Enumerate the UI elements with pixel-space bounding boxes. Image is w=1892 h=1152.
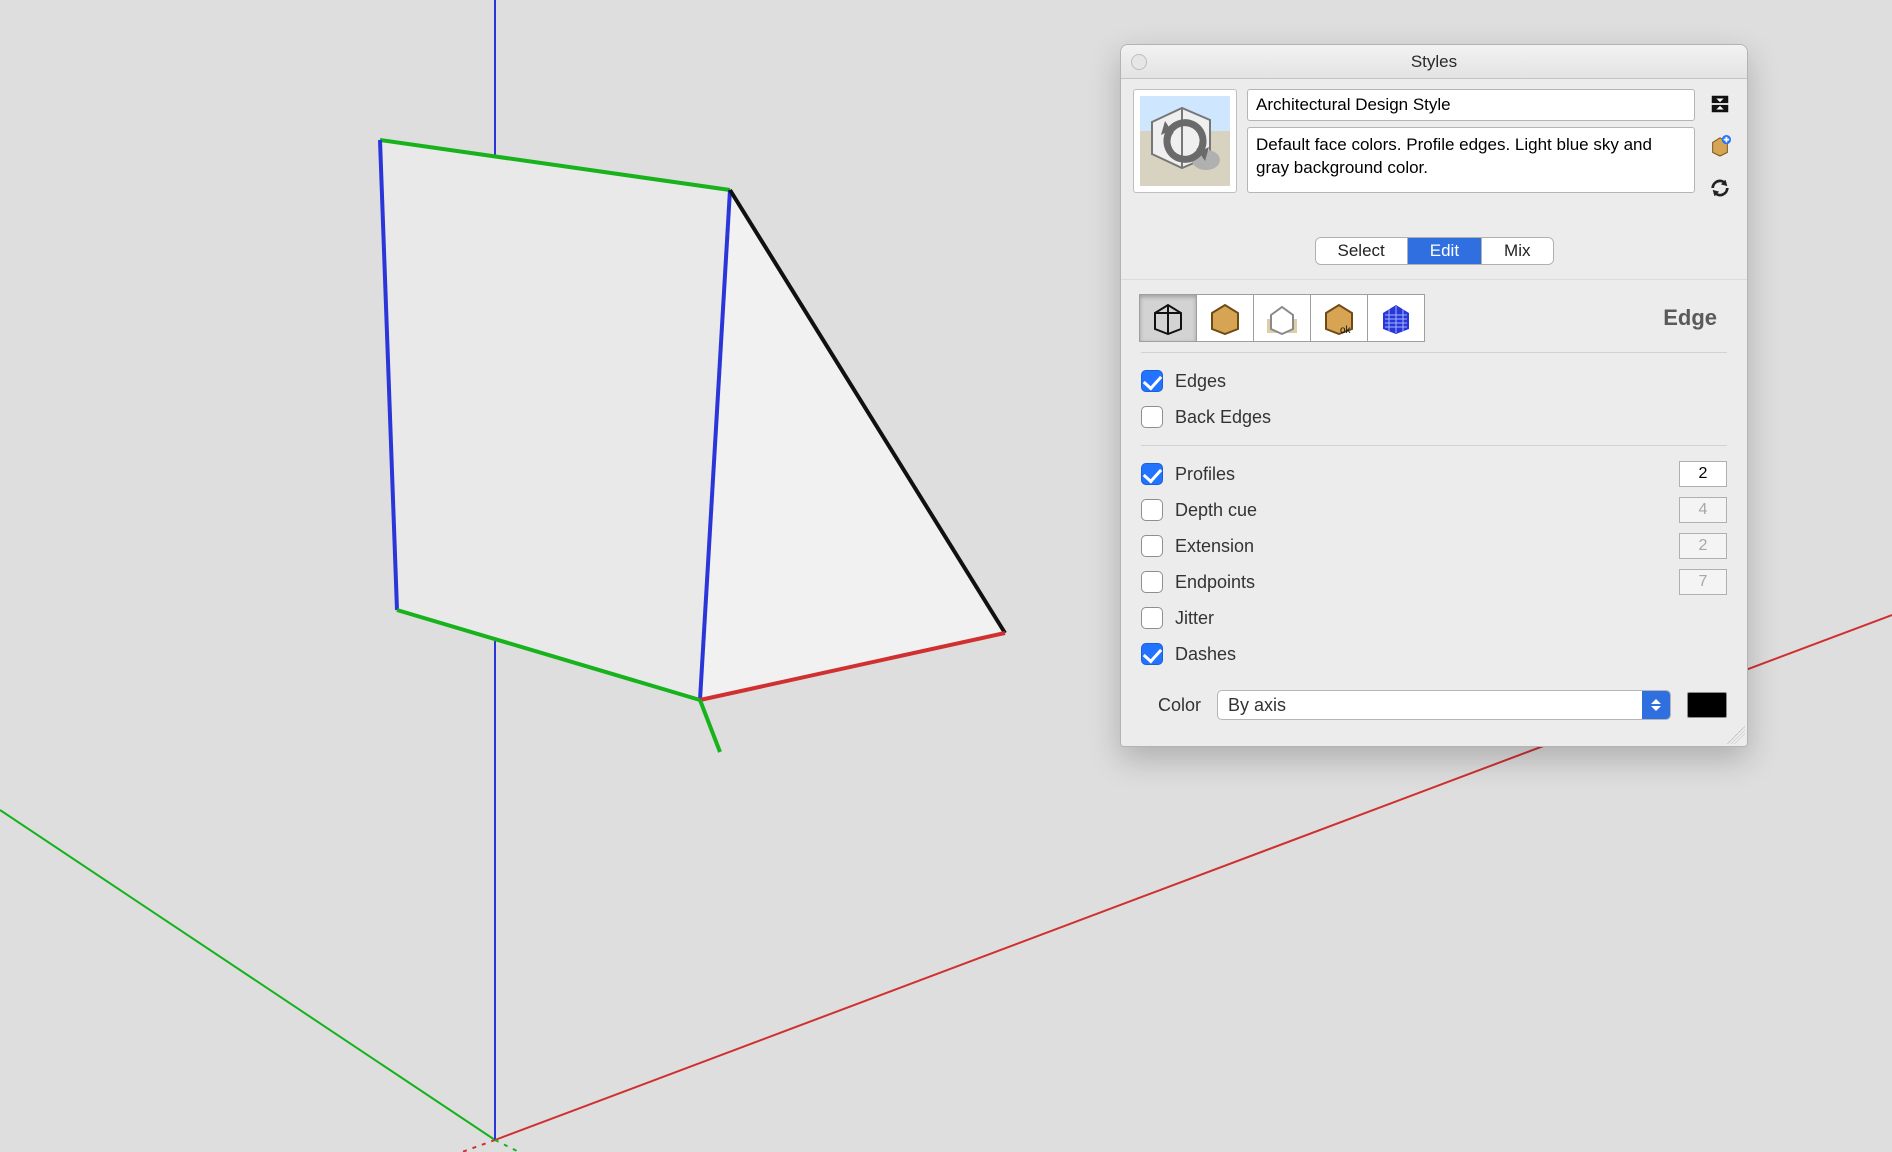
checkbox-endpoints[interactable] bbox=[1141, 571, 1163, 593]
panel-title: Styles bbox=[1121, 52, 1747, 72]
checkbox-extension[interactable] bbox=[1141, 535, 1163, 557]
opt-extension: Extension bbox=[1141, 528, 1727, 564]
style-name-input[interactable] bbox=[1247, 89, 1695, 121]
style-header bbox=[1121, 79, 1747, 209]
face-side bbox=[700, 190, 1005, 700]
label-extension: Extension bbox=[1175, 536, 1254, 557]
label-back-edges: Back Edges bbox=[1175, 407, 1271, 428]
checkbox-edges[interactable] bbox=[1141, 370, 1163, 392]
close-icon[interactable] bbox=[1131, 54, 1147, 70]
input-endpoints bbox=[1679, 569, 1727, 595]
label-depth-cue: Depth cue bbox=[1175, 500, 1257, 521]
styles-titlebar[interactable]: Styles bbox=[1121, 45, 1747, 79]
resize-grip-icon[interactable] bbox=[1727, 726, 1745, 744]
category-label: Edge bbox=[1663, 305, 1723, 331]
label-edges: Edges bbox=[1175, 371, 1226, 392]
svg-text:ok: ok bbox=[1340, 325, 1352, 335]
axis-y-negative bbox=[495, 1140, 555, 1152]
axis-x-negative bbox=[440, 1140, 495, 1152]
opt-jitter: Jitter bbox=[1141, 600, 1727, 636]
styles-panel: Styles bbox=[1120, 44, 1748, 747]
label-jitter: Jitter bbox=[1175, 608, 1214, 629]
color-mode-dropdown[interactable]: By axis bbox=[1217, 690, 1671, 720]
category-buttons: ok bbox=[1139, 294, 1425, 342]
style-description-input[interactable] bbox=[1247, 127, 1695, 193]
face-front bbox=[380, 140, 730, 700]
label-endpoints: Endpoints bbox=[1175, 572, 1255, 593]
style-tabs: Select Edit Mix bbox=[1315, 237, 1554, 265]
input-profiles[interactable] bbox=[1679, 461, 1727, 487]
chevron-updown-icon bbox=[1642, 691, 1670, 719]
opt-depth-cue: Depth cue bbox=[1141, 492, 1727, 528]
label-profiles: Profiles bbox=[1175, 464, 1235, 485]
checkbox-jitter[interactable] bbox=[1141, 607, 1163, 629]
edit-pane: ok Edge Edges Back Edges Profiles bbox=[1121, 279, 1747, 746]
opt-endpoints: Endpoints bbox=[1141, 564, 1727, 600]
input-depth-cue bbox=[1679, 497, 1727, 523]
axis-y-positive bbox=[0, 810, 495, 1140]
watermark-settings-icon[interactable]: ok bbox=[1310, 294, 1368, 342]
opt-back-edges: Back Edges bbox=[1141, 399, 1727, 435]
checkbox-depth-cue[interactable] bbox=[1141, 499, 1163, 521]
refresh-icon[interactable] bbox=[1707, 175, 1733, 201]
face-settings-icon[interactable] bbox=[1196, 294, 1254, 342]
new-style-icon[interactable] bbox=[1707, 133, 1733, 159]
input-extension bbox=[1679, 533, 1727, 559]
model-wedge[interactable] bbox=[380, 140, 1005, 752]
tab-mix[interactable]: Mix bbox=[1481, 238, 1552, 264]
style-thumbnail[interactable] bbox=[1133, 89, 1237, 193]
opt-profiles: Profiles bbox=[1141, 456, 1727, 492]
color-swatch[interactable] bbox=[1687, 692, 1727, 718]
tab-edit[interactable]: Edit bbox=[1407, 238, 1481, 264]
tab-select[interactable]: Select bbox=[1316, 238, 1407, 264]
edge-bottom-back bbox=[700, 700, 720, 752]
edge-settings-icon[interactable] bbox=[1139, 294, 1197, 342]
label-dashes: Dashes bbox=[1175, 644, 1236, 665]
opt-edges: Edges bbox=[1141, 363, 1727, 399]
opt-dashes: Dashes bbox=[1141, 636, 1727, 672]
checkbox-dashes[interactable] bbox=[1141, 643, 1163, 665]
color-mode-value: By axis bbox=[1228, 695, 1286, 716]
background-settings-icon[interactable] bbox=[1253, 294, 1311, 342]
color-label: Color bbox=[1141, 695, 1201, 716]
checkbox-profiles[interactable] bbox=[1141, 463, 1163, 485]
checkbox-back-edges[interactable] bbox=[1141, 406, 1163, 428]
modeling-settings-icon[interactable] bbox=[1367, 294, 1425, 342]
display-secondary-pane-icon[interactable] bbox=[1707, 91, 1733, 117]
